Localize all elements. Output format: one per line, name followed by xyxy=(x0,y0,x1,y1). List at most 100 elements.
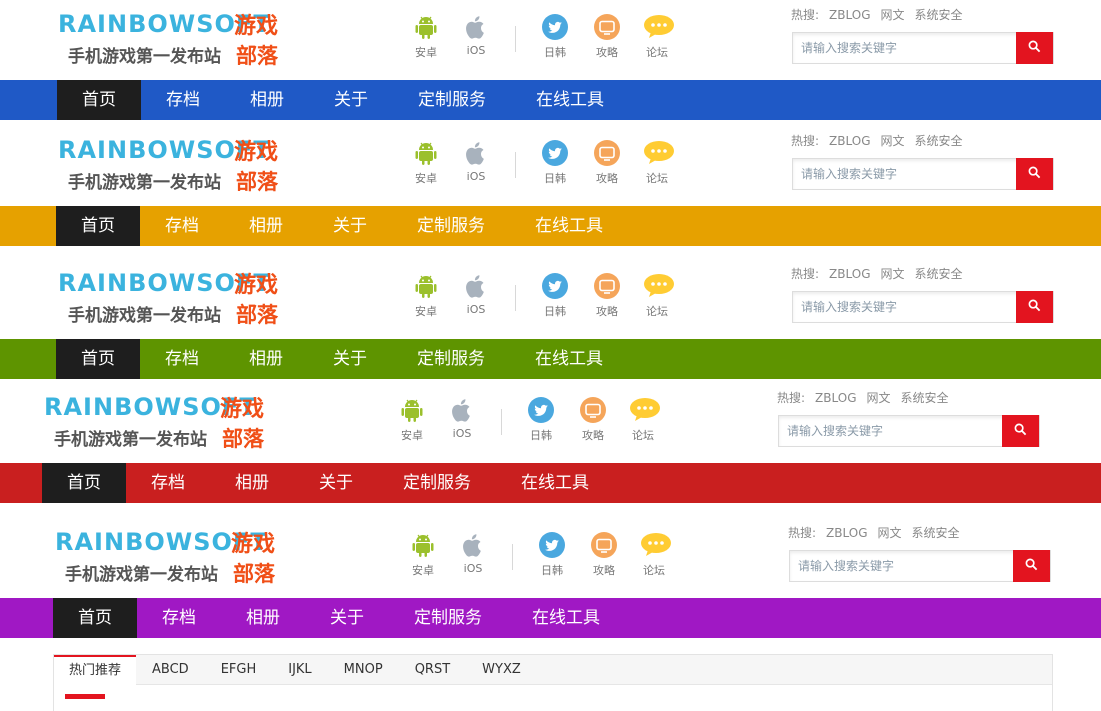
nav-item-0[interactable]: 首页 xyxy=(42,463,126,503)
nav-item-4[interactable]: 定制服务 xyxy=(392,206,510,246)
twitter-bird-icon xyxy=(538,531,566,559)
nav-item-4[interactable]: 定制服务 xyxy=(393,80,511,120)
hot-search-item[interactable]: ZBLOG xyxy=(829,8,870,22)
quick-link-4[interactable]: 论坛 xyxy=(629,272,685,322)
nav-item-1[interactable]: 存档 xyxy=(141,80,225,120)
header-variant-green: RAINBOWSOFT 游戏 手机游戏第一发布站 部落 安卓 iOS 日韩 攻略… xyxy=(0,259,1101,379)
quick-link-3[interactable]: 攻略 xyxy=(565,396,621,446)
quick-link-3[interactable]: 攻略 xyxy=(576,531,632,581)
hot-search-item[interactable]: 网文 xyxy=(881,134,905,148)
hot-search-item[interactable]: ZBLOG xyxy=(829,134,870,148)
nav-item-3[interactable]: 关于 xyxy=(308,339,392,379)
hot-search-item[interactable]: 网文 xyxy=(881,8,905,22)
quick-link-2[interactable]: 日韩 xyxy=(527,139,583,189)
nav-item-2[interactable]: 相册 xyxy=(210,463,294,503)
search-input[interactable] xyxy=(793,159,1013,189)
quick-link-1[interactable]: iOS xyxy=(448,13,504,63)
search-button[interactable] xyxy=(1016,158,1053,190)
tab-qrst[interactable]: QRST xyxy=(399,655,466,685)
hot-search: 热搜: ZBLOG 网文 系统安全 xyxy=(791,265,973,282)
tab-hot[interactable]: 热门推荐 xyxy=(54,655,137,685)
quick-link-0[interactable]: 安卓 xyxy=(384,396,440,446)
nav-item-3[interactable]: 关于 xyxy=(309,80,393,120)
quick-link-0[interactable]: 安卓 xyxy=(398,272,454,322)
nav-item-4[interactable]: 定制服务 xyxy=(392,339,510,379)
nav-item-2[interactable]: 相册 xyxy=(221,598,305,638)
quick-link-0[interactable]: 安卓 xyxy=(398,13,454,63)
quick-link-4[interactable]: 论坛 xyxy=(629,13,685,63)
site-logo[interactable]: RAINBOWSOFT 游戏 手机游戏第一发布站 部落 xyxy=(58,8,288,72)
main-nav: 首页 存档 相册 关于 定制服务 在线工具 xyxy=(0,206,1101,246)
nav-item-1[interactable]: 存档 xyxy=(137,598,221,638)
hot-search-item[interactable]: 系统安全 xyxy=(901,391,949,405)
nav-item-5[interactable]: 在线工具 xyxy=(511,80,629,120)
search-button[interactable] xyxy=(1002,415,1039,447)
quick-link-2[interactable]: 日韩 xyxy=(527,13,583,63)
nav-item-4[interactable]: 定制服务 xyxy=(389,598,507,638)
site-logo[interactable]: RAINBOWSOFT 游戏 手机游戏第一发布站 部落 xyxy=(58,134,288,198)
nav-item-5[interactable]: 在线工具 xyxy=(510,206,628,246)
quick-link-4[interactable]: 论坛 xyxy=(615,396,671,446)
hot-search-item[interactable]: 系统安全 xyxy=(912,526,960,540)
quick-link-0[interactable]: 安卓 xyxy=(398,139,454,189)
nav-item-1[interactable]: 存档 xyxy=(140,206,224,246)
nav-item-5[interactable]: 在线工具 xyxy=(510,339,628,379)
search-input[interactable] xyxy=(793,292,1013,322)
tab-wyxz[interactable]: WYXZ xyxy=(466,655,537,685)
apple-icon xyxy=(459,531,487,559)
nav-item-3[interactable]: 关于 xyxy=(308,206,392,246)
nav-item-2[interactable]: 相册 xyxy=(224,339,308,379)
quick-link-4[interactable]: 论坛 xyxy=(626,531,682,581)
tab-efgh[interactable]: EFGH xyxy=(205,655,273,685)
tv-icon xyxy=(593,272,621,300)
search-button[interactable] xyxy=(1013,550,1050,582)
site-logo[interactable]: RAINBOWSOFT 游戏 手机游戏第一发布站 部落 xyxy=(58,267,288,331)
search-input[interactable] xyxy=(779,416,999,446)
nav-item-4[interactable]: 定制服务 xyxy=(378,463,496,503)
quick-link-1[interactable]: iOS xyxy=(445,531,501,581)
quick-link-4[interactable]: 论坛 xyxy=(629,139,685,189)
nav-item-5[interactable]: 在线工具 xyxy=(507,598,625,638)
quick-link-label: 攻略 xyxy=(596,46,618,59)
hot-search-item[interactable]: ZBLOG xyxy=(815,391,856,405)
quick-link-1[interactable]: iOS xyxy=(448,272,504,322)
nav-item-2[interactable]: 相册 xyxy=(224,206,308,246)
quick-link-3[interactable]: 攻略 xyxy=(579,272,635,322)
search-input[interactable] xyxy=(790,551,1010,581)
apple-icon xyxy=(462,139,490,167)
nav-item-1[interactable]: 存档 xyxy=(140,339,224,379)
search-button[interactable] xyxy=(1016,291,1053,323)
quick-link-2[interactable]: 日韩 xyxy=(524,531,580,581)
hot-search-item[interactable]: 网文 xyxy=(878,526,902,540)
quick-link-3[interactable]: 攻略 xyxy=(579,13,635,63)
site-logo[interactable]: RAINBOWSOFT 游戏 手机游戏第一发布站 部落 xyxy=(55,526,285,590)
tab-ijkl[interactable]: IJKL xyxy=(272,655,327,685)
quick-link-1[interactable]: iOS xyxy=(434,396,490,446)
nav-item-3[interactable]: 关于 xyxy=(305,598,389,638)
hot-search-item[interactable]: 系统安全 xyxy=(915,134,963,148)
nav-item-5[interactable]: 在线工具 xyxy=(496,463,614,503)
hot-search-item[interactable]: 网文 xyxy=(867,391,891,405)
nav-item-0[interactable]: 首页 xyxy=(57,80,141,120)
quick-link-0[interactable]: 安卓 xyxy=(395,531,451,581)
site-logo[interactable]: RAINBOWSOFT 游戏 手机游戏第一发布站 部落 xyxy=(44,391,274,455)
quick-link-2[interactable]: 日韩 xyxy=(513,396,569,446)
nav-item-0[interactable]: 首页 xyxy=(56,339,140,379)
quick-link-1[interactable]: iOS xyxy=(448,139,504,189)
nav-item-0[interactable]: 首页 xyxy=(53,598,137,638)
hot-search-item[interactable]: 系统安全 xyxy=(915,267,963,281)
nav-item-1[interactable]: 存档 xyxy=(126,463,210,503)
search-input[interactable] xyxy=(793,33,1013,63)
quick-link-3[interactable]: 攻略 xyxy=(579,139,635,189)
nav-item-0[interactable]: 首页 xyxy=(56,206,140,246)
quick-link-2[interactable]: 日韩 xyxy=(527,272,583,322)
search-button[interactable] xyxy=(1016,32,1053,64)
nav-item-3[interactable]: 关于 xyxy=(294,463,378,503)
hot-search-item[interactable]: 系统安全 xyxy=(915,8,963,22)
hot-search-item[interactable]: ZBLOG xyxy=(826,526,867,540)
tab-abcd[interactable]: ABCD xyxy=(136,655,205,685)
nav-item-2[interactable]: 相册 xyxy=(225,80,309,120)
hot-search-item[interactable]: 网文 xyxy=(881,267,905,281)
hot-search-item[interactable]: ZBLOG xyxy=(829,267,870,281)
tab-mnop[interactable]: MNOP xyxy=(328,655,399,685)
